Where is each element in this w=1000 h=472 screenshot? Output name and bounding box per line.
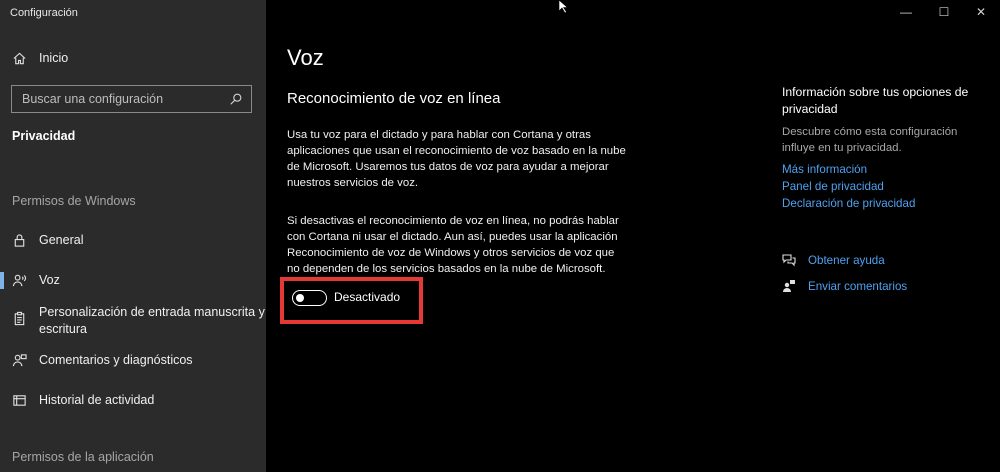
- sidebar-item-label: Comentarios y diagnósticos: [39, 353, 193, 367]
- text-line: privacidad: [782, 102, 838, 116]
- sidebar-item-home[interactable]: Inicio: [0, 50, 266, 66]
- online-speech-toggle[interactable]: [292, 290, 327, 306]
- feedback-icon: [11, 352, 27, 368]
- sidebar-item-label-line2: escritura: [39, 322, 87, 336]
- clipboard-icon: [11, 310, 27, 326]
- text-line: Descubre cómo esta configuración: [782, 126, 958, 138]
- group-label-app: Permisos de la aplicación: [12, 450, 154, 464]
- sidebar-item-label: Voz: [39, 273, 60, 287]
- text-line: Información sobre tus opciones de: [782, 85, 969, 99]
- app-title: Configuración: [10, 7, 78, 19]
- text-line: Si desactivas el reconocimiento de voz e…: [287, 215, 619, 227]
- sidebar-item-general[interactable]: General: [0, 232, 266, 248]
- description-paragraph-1: Usa tu voz para el dictado y para hablar…: [287, 127, 667, 191]
- sidebar-item-label: Personalización de entrada manuscrita y: [39, 305, 265, 319]
- sidebar-item-history[interactable]: Historial de actividad: [0, 392, 266, 408]
- history-icon: [11, 392, 27, 408]
- maximize-button[interactable]: ☐: [933, 4, 955, 20]
- voice-icon: [11, 272, 27, 288]
- privacy-info-description: Descubre cómo esta configuración influye…: [782, 124, 982, 156]
- get-help-label: Obtener ayuda: [808, 253, 885, 267]
- text-line: influye en tu privacidad.: [782, 142, 902, 154]
- toggle-highlight-box: Desactivado: [280, 277, 423, 324]
- help-chat-icon: [782, 254, 796, 267]
- sidebar: Configuración Inicio Privacidad Permisos…: [0, 0, 266, 472]
- text-line: aplicaciones que usan el reconocimiento …: [287, 145, 626, 157]
- link-panel-privacidad[interactable]: Panel de privacidad: [782, 180, 884, 193]
- search-input[interactable]: [12, 92, 229, 106]
- link-declaracion-privacidad[interactable]: Declaración de privacidad: [782, 197, 915, 210]
- text-line: Usa tu voz para el dictado y para hablar…: [287, 129, 591, 141]
- close-button[interactable]: ✕: [970, 4, 992, 20]
- sidebar-item-label: General: [39, 233, 84, 247]
- text-line: no dependen de los servicios basados en …: [287, 263, 606, 275]
- section-title: Reconocimiento de voz en línea: [287, 90, 501, 107]
- search-box[interactable]: [11, 85, 252, 113]
- toggle-state-label: Desactivado: [334, 290, 401, 304]
- sidebar-item-label: Historial de actividad: [39, 393, 155, 407]
- group-label-windows: Permisos de Windows: [12, 194, 136, 208]
- sidebar-item-label: Inicio: [39, 51, 69, 65]
- current-section-title: Privacidad: [12, 129, 76, 143]
- send-feedback-label: Enviar comentarios: [808, 279, 908, 293]
- sidebar-item-feedback[interactable]: Comentarios y diagnósticos: [0, 352, 266, 368]
- minimize-button[interactable]: —: [895, 4, 917, 20]
- lock-icon: [11, 232, 27, 248]
- send-feedback-link[interactable]: Enviar comentarios: [782, 279, 907, 293]
- text-line: Reconocimiento de voz de Windows y otros…: [287, 247, 615, 259]
- text-line: de Microsoft. Usaremos tus datos de voz …: [287, 161, 609, 173]
- feedback-person-icon: [783, 280, 795, 292]
- page-title: Voz: [287, 45, 324, 70]
- text-line: nuestros servicios de voz.: [287, 177, 419, 189]
- description-paragraph-2: Si desactivas el reconocimiento de voz e…: [287, 213, 667, 277]
- search-icon[interactable]: [229, 92, 243, 106]
- home-icon: [11, 50, 27, 66]
- privacy-info-title: Información sobre tus opciones de privac…: [782, 84, 982, 118]
- sidebar-item-voz[interactable]: Voz: [0, 272, 266, 288]
- mouse-cursor-icon: [558, 0, 569, 14]
- sidebar-item-handwriting[interactable]: Personalización de entrada manuscrita y …: [0, 304, 266, 338]
- link-mas-informacion[interactable]: Más información: [782, 163, 867, 176]
- text-line: con Cortana ni usar el dictado. Aun así,…: [287, 231, 618, 243]
- get-help-link[interactable]: Obtener ayuda: [782, 253, 885, 267]
- toggle-knob: [296, 293, 304, 302]
